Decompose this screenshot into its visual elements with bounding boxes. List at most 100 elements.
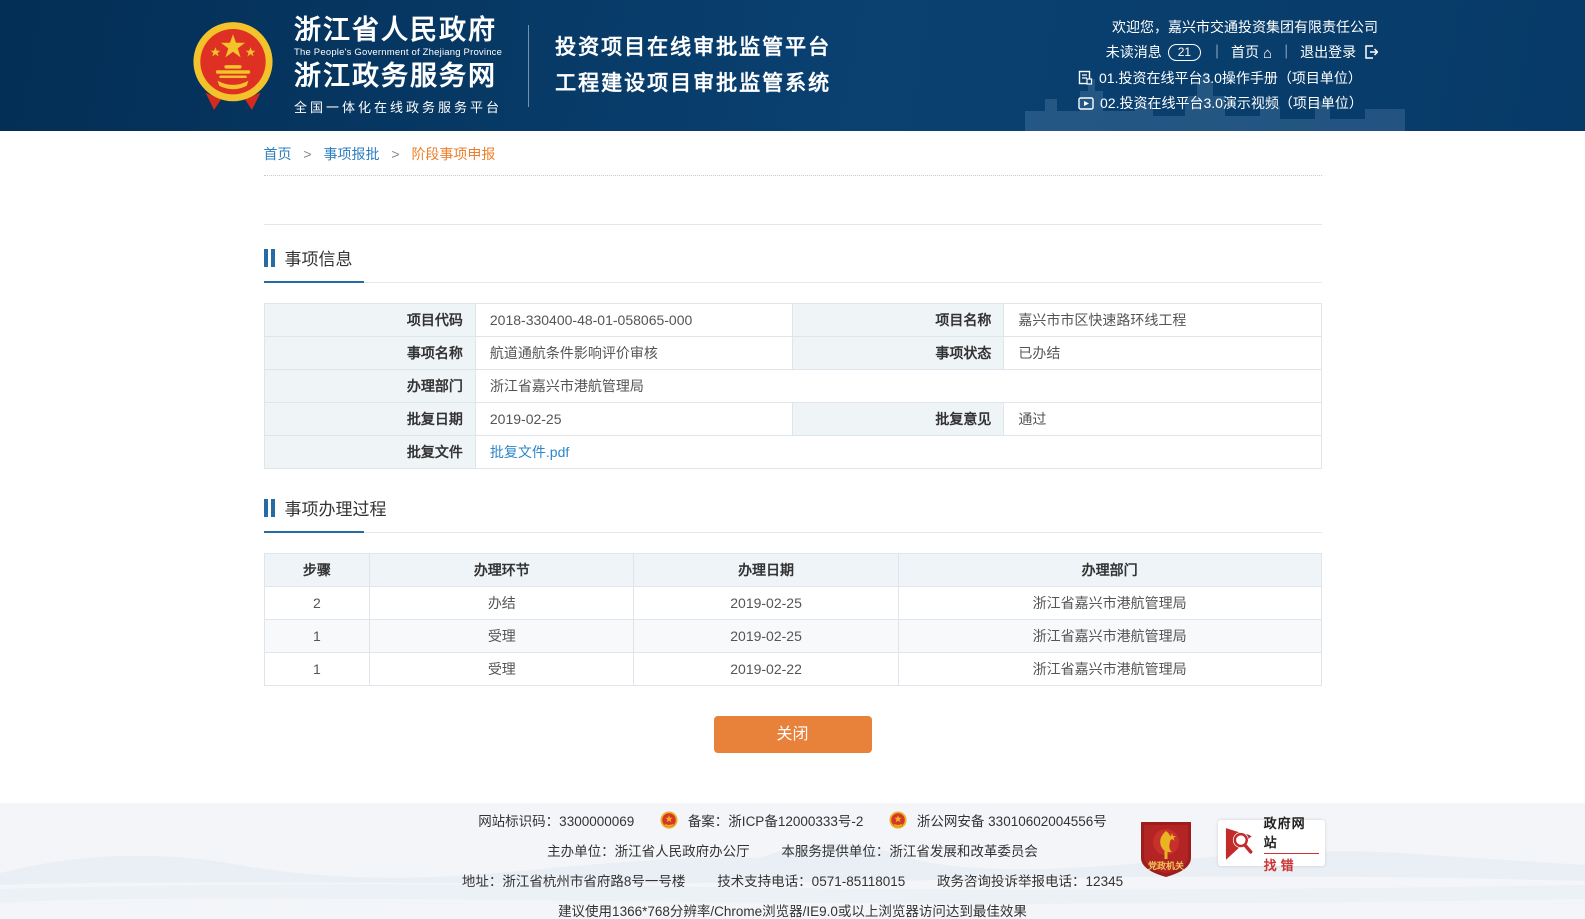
gov-name-en: The People's Government of Zhejiang Prov…	[294, 47, 502, 58]
video-play-icon	[1078, 97, 1094, 110]
table-row: 办理部门 浙江省嘉兴市港航管理局	[264, 370, 1321, 403]
security-record: 浙公网安备 33010602004556号	[917, 814, 1107, 829]
unread-messages-link[interactable]: 未读消息 21	[1106, 44, 1203, 60]
find-error-label: 找错	[1264, 854, 1319, 874]
portal-subtitle: 全国一体化在线政务服务平台	[294, 97, 502, 116]
cell-stage: 办结	[370, 587, 634, 620]
section-title: 事项信息	[285, 245, 353, 270]
document-icon	[1078, 70, 1093, 85]
header-user-area: 欢迎您，嘉兴市交通投资集团有限责任公司 未读消息 21 ｜ 首页⌂ ｜ 退出登录 01.…	[1078, 15, 1378, 116]
breadcrumb: 首页 > 事项报批 > 阶段事项申报	[264, 131, 1322, 176]
tech-phone: 技术支持电话：0571-85118015	[717, 874, 905, 889]
breadcrumb-current: 阶段事项申报	[411, 146, 495, 162]
platform-title-investment: 投资项目在线审批监管平台	[555, 30, 831, 66]
table-row: 1 受理 2019-02-25 浙江省嘉兴市港航管理局	[264, 620, 1321, 653]
header-divider	[528, 25, 529, 107]
portal-name: 浙江政务服务网	[294, 61, 502, 93]
cell-date: 2019-02-25	[634, 587, 898, 620]
gov-name-cn: 浙江省人民政府	[294, 16, 502, 46]
col-header-dept: 办理部门	[898, 554, 1321, 587]
logout-icon	[1364, 45, 1378, 59]
emblem-badge-icon	[889, 811, 907, 830]
button-row: 关闭	[264, 716, 1322, 753]
cell-step: 1	[264, 620, 370, 653]
cell-dept: 浙江省嘉兴市港航管理局	[898, 653, 1321, 686]
section-header-process: 事项办理过程	[264, 495, 1322, 533]
logout-link[interactable]: 退出登录	[1300, 44, 1378, 60]
col-header-stage: 办理环节	[370, 554, 634, 587]
label-approval-date: 批复日期	[264, 403, 475, 436]
icp-record: 备案：浙ICP备12000333号-2	[688, 814, 864, 829]
site-error-report-badge[interactable]: 政府网站 找错	[1218, 820, 1325, 866]
value-project-name: 嘉兴市市区快速路环线工程	[1004, 304, 1321, 337]
cell-stage: 受理	[370, 653, 634, 686]
table-row: 事项名称 航道通航条件影响评价审核 事项状态 已办结	[264, 337, 1321, 370]
section-bars-icon	[264, 499, 275, 517]
section-bars-icon	[264, 249, 275, 267]
table-header-row: 步骤 办理环节 办理日期 办理部门	[264, 554, 1321, 587]
item-info-table: 项目代码 2018-330400-48-01-058065-000 项目名称 嘉…	[264, 303, 1322, 469]
section-header-item-info: 事项信息	[264, 245, 1322, 283]
cell-date: 2019-02-22	[634, 653, 898, 686]
section-title: 事项办理过程	[285, 495, 387, 520]
approval-file-link[interactable]: 批复文件.pdf	[490, 444, 569, 460]
manual-link[interactable]: 01.投资在线平台3.0操作手册（项目单位）	[1078, 66, 1378, 91]
organizer: 主办单位：浙江省人民政府办公厅	[547, 844, 750, 859]
site-header: 浙江省人民政府 The People's Government of Zheji…	[0, 0, 1585, 131]
label-approval-file: 批复文件	[264, 436, 475, 469]
video-link[interactable]: 02.投资在线平台3.0演示视频（项目单位）	[1078, 91, 1378, 116]
platform-titles: 投资项目在线审批监管平台 工程建设项目审批监管系统	[555, 30, 831, 102]
label-project-name: 项目名称	[792, 304, 1003, 337]
service-provider: 本服务提供单位：浙江省发展和改革委员会	[781, 844, 1038, 859]
label-item-status: 事项状态	[792, 337, 1003, 370]
label-approval-opinion: 批复意见	[792, 403, 1003, 436]
breadcrumb-report[interactable]: 事项报批	[323, 146, 379, 162]
national-emblem-icon	[190, 20, 276, 112]
value-approval-opinion: 通过	[1004, 403, 1321, 436]
label-project-code: 项目代码	[264, 304, 475, 337]
value-approval-date: 2019-02-25	[475, 403, 792, 436]
error-badge-text: 政府网站 找错	[1264, 813, 1319, 874]
home-icon: ⌂	[1263, 45, 1272, 62]
party-badge-label: 党政机关	[1148, 860, 1184, 871]
cell-dept: 浙江省嘉兴市港航管理局	[898, 620, 1321, 653]
header-separator: ｜	[1210, 44, 1224, 60]
footer-text-block: 网站标识码：3300000069 备案：浙ICP备12000333号-2 浙公网…	[0, 803, 1585, 919]
value-approval-file: 批复文件.pdf	[475, 436, 1321, 469]
cell-step: 1	[264, 653, 370, 686]
table-row: 批复文件 批复文件.pdf	[264, 436, 1321, 469]
col-header-step: 步骤	[264, 554, 370, 587]
footer-badges: 党政机关 政府网站 找错	[1139, 820, 1325, 878]
process-table: 步骤 办理环节 办理日期 办理部门 2 办结 2019-02-25 浙江省嘉兴市…	[264, 553, 1322, 686]
value-item-status: 已办结	[1004, 337, 1321, 370]
value-item-name: 航道通航条件影响评价审核	[475, 337, 792, 370]
browser-suggestion: 建议使用1366*768分辨率/Chrome浏览器/IE9.0或以上浏览器访问达…	[558, 904, 1027, 919]
cell-stage: 受理	[370, 620, 634, 653]
breadcrumb-separator: >	[391, 146, 399, 162]
party-gov-badge-icon[interactable]: 党政机关	[1139, 820, 1193, 878]
breadcrumb-home[interactable]: 首页	[264, 146, 292, 162]
welcome-message: 欢迎您，嘉兴市交通投资集团有限责任公司	[1078, 15, 1378, 40]
table-row: 项目代码 2018-330400-48-01-058065-000 项目名称 嘉…	[264, 304, 1321, 337]
content-top-divider	[264, 224, 1322, 225]
table-row: 2 办结 2019-02-25 浙江省嘉兴市港航管理局	[264, 587, 1321, 620]
gov-site-label: 政府网站	[1264, 813, 1319, 854]
unread-count-badge[interactable]: 21	[1168, 44, 1201, 61]
site-code: 网站标识码：3300000069	[478, 814, 634, 829]
page-footer: 网站标识码：3300000069 备案：浙ICP备12000333号-2 浙公网…	[0, 803, 1585, 919]
platform-title-construction: 工程建设项目审批监管系统	[555, 66, 831, 102]
label-item-name: 事项名称	[264, 337, 475, 370]
address: 地址：浙江省杭州市省府路8号一号楼	[462, 874, 686, 889]
close-button[interactable]: 关闭	[714, 716, 872, 753]
label-handling-dept: 办理部门	[264, 370, 475, 403]
logo-text-block: 浙江省人民政府 The People's Government of Zheji…	[294, 16, 502, 116]
cell-date: 2019-02-25	[634, 620, 898, 653]
table-row: 批复日期 2019-02-25 批复意见 通过	[264, 403, 1321, 436]
magnifier-flag-icon	[1224, 825, 1258, 861]
complaint-phone: 政务咨询投诉举报电话：12345	[937, 874, 1123, 889]
value-handling-dept: 浙江省嘉兴市港航管理局	[475, 370, 1321, 403]
breadcrumb-separator: >	[303, 146, 311, 162]
home-link[interactable]: 首页⌂	[1231, 44, 1272, 60]
header-separator: ｜	[1279, 44, 1293, 60]
emblem-badge-icon	[660, 811, 678, 830]
